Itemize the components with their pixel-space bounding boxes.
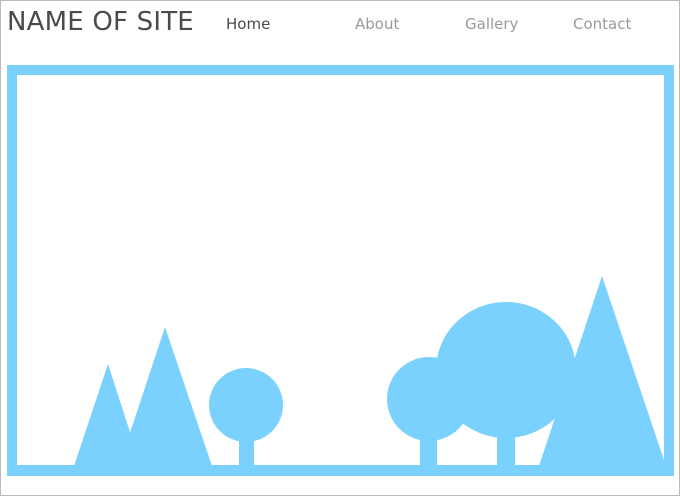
- frame-bottom-bar: [7, 465, 674, 476]
- frame-left-bar: [7, 65, 17, 476]
- hero-image-frame: [7, 65, 674, 476]
- large-bush-tree-crown-icon: [436, 302, 576, 438]
- nav-link-about[interactable]: About: [355, 14, 399, 34]
- large-bush-tree-trunk-icon: [497, 435, 515, 466]
- nav-link-gallery[interactable]: Gallery: [465, 14, 518, 34]
- frame-top-bar: [7, 65, 674, 75]
- small-bush-tree-trunk-icon: [420, 433, 437, 466]
- round-tree-crown-icon: [209, 368, 283, 442]
- frame-right-bar: [664, 65, 674, 476]
- tall-triangle-tree-icon: [119, 327, 212, 466]
- round-tree-trunk-icon: [239, 435, 254, 466]
- main-nav: Home About Gallery Contact: [0, 14, 680, 36]
- nav-link-contact[interactable]: Contact: [573, 14, 631, 34]
- landscape-placeholder-icon: [7, 65, 674, 476]
- nav-link-home[interactable]: Home: [226, 14, 270, 34]
